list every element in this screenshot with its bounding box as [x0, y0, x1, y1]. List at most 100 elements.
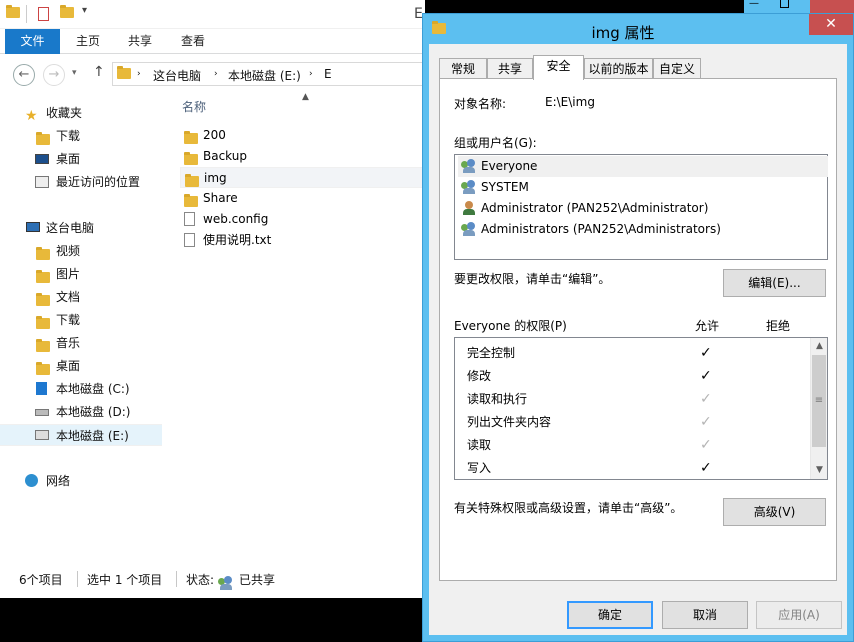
forward-button[interactable]: →	[43, 64, 65, 86]
allow-check-icon: ✓	[700, 391, 712, 407]
user-row-everyone[interactable]: Everyone	[458, 156, 828, 177]
permissions-listbox[interactable]: 完全控制 ✓ 修改 ✓ 读取和执行 ✓ 列出文件夹内容 ✓ 读取 ✓ 写入 ✓ …	[454, 337, 828, 480]
allow-check-icon: ✓	[700, 345, 712, 361]
status-bar: 6个项目 选中 1 个项目 状态: 已共享	[0, 564, 425, 598]
nav-fav-recent[interactable]: 最近访问的位置	[0, 171, 162, 193]
new-folder-icon[interactable]	[60, 5, 74, 21]
star-icon: ★	[25, 108, 38, 124]
nav-fav-downloads[interactable]: 下载	[0, 125, 162, 147]
tab-customize[interactable]: 自定义	[653, 58, 701, 79]
users-group-icon	[461, 159, 477, 174]
nav-downloads[interactable]: 下载	[0, 309, 162, 331]
users-listbox[interactable]: Everyone SYSTEM Administrator (PAN252\Ad…	[454, 154, 828, 260]
permission-row-list-folder: 列出文件夹内容 ✓	[467, 411, 807, 434]
background-close-button[interactable]	[810, 0, 854, 13]
maximize-icon[interactable]	[780, 0, 789, 8]
status-separator	[176, 571, 177, 587]
nav-desktop[interactable]: 桌面	[0, 355, 162, 377]
permission-row-full-control: 完全控制 ✓	[467, 342, 807, 365]
nav-favorites[interactable]: ★ 收藏夹	[0, 102, 162, 124]
nav-drive-c[interactable]: 本地磁盘 (C:)	[0, 378, 162, 400]
user-row-administrators[interactable]: Administrators (PAN252\Administrators)	[458, 219, 828, 240]
address-bar[interactable]: › 这台电脑 › 本地磁盘 (E:) › E	[112, 62, 425, 86]
breadcrumb-e[interactable]: E	[324, 67, 332, 81]
tab-share[interactable]: 共享	[122, 29, 158, 54]
tab-file[interactable]: 文件	[5, 29, 60, 54]
breadcrumb-separator-icon: ›	[309, 69, 313, 79]
scroll-down-icon[interactable]: ▼	[811, 462, 828, 479]
tab-home[interactable]: 主页	[70, 29, 106, 54]
drive-icon	[35, 409, 49, 416]
dialog-titlebar[interactable]: img 属性 ✕	[423, 14, 853, 44]
customize-toolbar-icon[interactable]: ▾	[82, 5, 96, 19]
navigation-pane: ★ 收藏夹 下载 桌面 最近访问的位置 这台电脑 视频 图片 文档 下载 音乐 …	[0, 94, 164, 564]
permissions-scrollbar[interactable]: ▲ ≡ ▼	[810, 338, 827, 479]
breadcrumb-drive-e[interactable]: 本地磁盘 (E:)	[228, 67, 301, 84]
up-arrow-icon[interactable]: ↑	[93, 64, 105, 80]
group-users-label: 组或用户名(G):	[454, 136, 537, 150]
dialog-title: img 属性	[591, 24, 655, 42]
dialog-body: 常规 共享 安全 以前的版本 自定义 对象名称: E:\E\img 组或用户名(…	[429, 44, 847, 635]
allow-check-icon: ✓	[700, 460, 712, 476]
nav-documents[interactable]: 文档	[0, 286, 162, 308]
nav-music[interactable]: 音乐	[0, 332, 162, 354]
apply-button[interactable]: 应用(A)	[756, 601, 842, 629]
permission-row-modify: 修改 ✓	[467, 365, 807, 388]
scroll-thumb[interactable]: ≡	[812, 355, 826, 447]
file-row[interactable]: Backup	[180, 146, 425, 167]
nav-videos[interactable]: 视频	[0, 240, 162, 262]
tab-sharing[interactable]: 共享	[487, 58, 533, 79]
file-row[interactable]: Share	[180, 188, 425, 209]
background-window-controls: —	[744, 0, 854, 13]
status-state-label: 状态:	[186, 573, 215, 587]
column-header-name[interactable]: 名称	[182, 98, 206, 115]
breadcrumb-separator-icon: ›	[214, 69, 218, 79]
download-folder-icon	[36, 314, 50, 329]
pictures-folder-icon	[36, 268, 50, 283]
breadcrumb-thispc[interactable]: 这台电脑	[153, 67, 201, 84]
documents-folder-icon	[36, 291, 50, 306]
tab-general[interactable]: 常规	[439, 58, 487, 79]
permission-row-read: 读取 ✓	[467, 434, 807, 457]
back-button[interactable]: ←	[13, 64, 35, 86]
ok-button[interactable]: 确定	[567, 601, 653, 629]
videos-folder-icon	[36, 245, 50, 260]
scroll-up-icon[interactable]: ▲	[811, 338, 828, 355]
user-row-administrator[interactable]: Administrator (PAN252\Administrator)	[458, 198, 828, 219]
file-row-selected[interactable]: img	[180, 167, 425, 188]
tab-previous-versions[interactable]: 以前的版本	[584, 58, 653, 79]
edit-button[interactable]: 编辑(E)...	[723, 269, 826, 297]
user-icon	[461, 201, 477, 216]
folder-icon	[117, 66, 131, 82]
close-button[interactable]: ✕	[809, 14, 853, 35]
recent-locations-icon[interactable]: ▾	[72, 68, 77, 78]
nav-network[interactable]: 网络	[0, 470, 162, 492]
file-row[interactable]: 使用说明.txt	[180, 230, 425, 251]
file-row[interactable]: 200	[180, 125, 425, 146]
users-group-icon	[461, 222, 477, 237]
tab-security[interactable]: 安全	[533, 55, 584, 80]
nav-pictures[interactable]: 图片	[0, 263, 162, 285]
user-row-system[interactable]: SYSTEM	[458, 177, 828, 198]
nav-drive-e[interactable]: 本地磁盘 (E:)	[0, 424, 162, 446]
explorer-titlebar: ▾ E	[0, 0, 425, 29]
edit-hint: 要更改权限，请单击“编辑”。	[454, 272, 611, 286]
status-selected-count: 选中 1 个项目	[87, 573, 163, 587]
recent-places-icon	[35, 176, 49, 188]
text-file-icon	[184, 233, 195, 254]
file-row[interactable]: web.config	[180, 209, 425, 230]
cancel-button[interactable]: 取消	[662, 601, 748, 629]
shared-drive-icon	[35, 430, 49, 440]
minimize-icon[interactable]: —	[749, 0, 759, 9]
advanced-button[interactable]: 高级(V)	[723, 498, 826, 526]
breadcrumb-separator-icon: ›	[137, 69, 141, 79]
properties-icon[interactable]	[38, 7, 52, 21]
nav-drive-d[interactable]: 本地磁盘 (D:)	[0, 401, 162, 423]
folder-icon	[6, 5, 20, 21]
download-folder-icon	[36, 130, 50, 145]
ribbon-tabs: 文件 主页 共享 查看	[0, 29, 425, 54]
nav-thispc[interactable]: 这台电脑	[0, 217, 162, 239]
nav-fav-desktop[interactable]: 桌面	[0, 148, 162, 170]
tab-view[interactable]: 查看	[175, 29, 211, 54]
windows-drive-icon	[36, 382, 47, 395]
